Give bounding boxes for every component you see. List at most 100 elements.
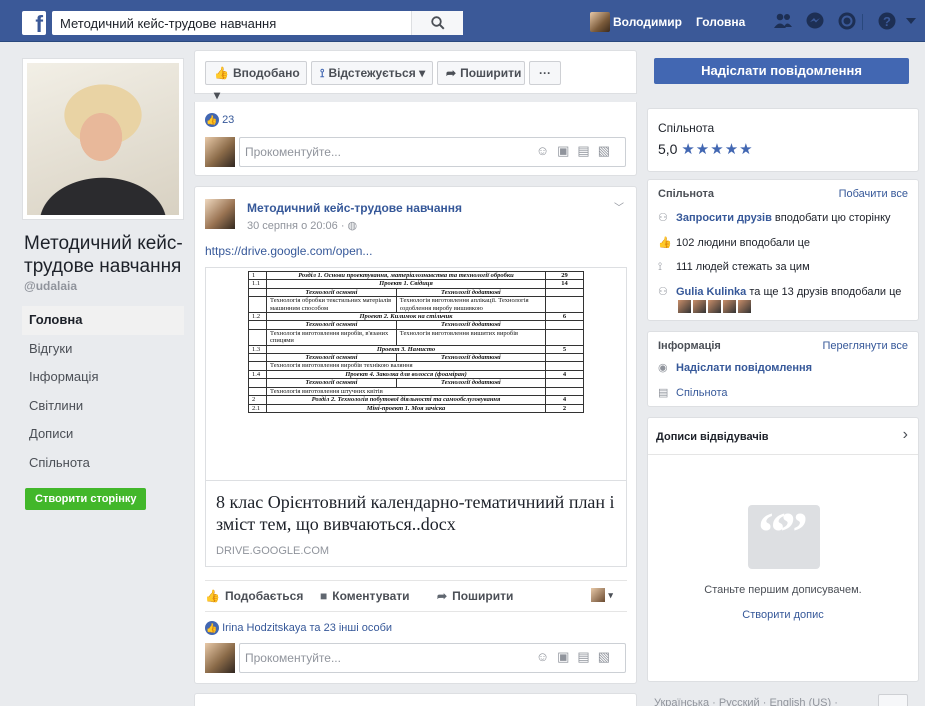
- comment-attachment-icons[interactable]: ☺▣▤▧: [536, 143, 618, 159]
- invite-friends-row: ⚇ Запросити друзів вподобати цю сторінку: [658, 212, 891, 224]
- share-arrow-icon: ➦: [446, 66, 457, 80]
- invite-friends-link[interactable]: Запросити друзів: [676, 212, 772, 224]
- user-avatar[interactable]: [590, 12, 610, 32]
- info-card: Інформація Переглянути все ◉ Надіслати по…: [647, 331, 919, 407]
- post-as-selector[interactable]: ▾: [591, 587, 613, 602]
- document-cell: Технологія обробки текстильних матеріалі…: [266, 296, 397, 314]
- commenter-avatar: [205, 137, 235, 167]
- document-table: 1 Розділ 1. Основи проектування, матеріал…: [248, 270, 584, 413]
- rating-value[interactable]: 5,0 ★★★★★: [658, 140, 754, 158]
- liked-button[interactable]: 👍 Вподобано ▾: [205, 61, 307, 102]
- language-links[interactable]: Українська · Русский · English (US) ·: [654, 697, 838, 706]
- post-link[interactable]: https://drive.google.com/open...: [205, 244, 372, 258]
- document-cell: [248, 296, 267, 314]
- comment-composer: Прокоментуйте... ☺▣▤▧: [205, 641, 626, 675]
- document-cell: Технології основні: [266, 320, 397, 330]
- thumbs-up-icon: 👍: [205, 589, 220, 603]
- info-send-message-link[interactable]: Надіслати повідомлення: [676, 362, 812, 374]
- rating-stars-icon: ★★★★★: [681, 141, 754, 158]
- nav-item-photos[interactable]: Світлини: [22, 392, 184, 421]
- reactions-summary[interactable]: 👍 23: [205, 113, 234, 127]
- more-options-button[interactable]: ···: [529, 61, 561, 85]
- see-all-info-link[interactable]: Переглянути все: [822, 340, 908, 352]
- attachment-title[interactable]: 8 клас Орієнтовний календарно-тематичнии…: [216, 491, 616, 535]
- visitor-posts-card: Дописи відвідувачів › “” Станьте першим …: [647, 417, 919, 682]
- document-cell: Технології додаткові: [395, 378, 547, 388]
- share-button[interactable]: ➦ Поширити: [437, 589, 513, 603]
- link-attachment[interactable]: 1 Розділ 1. Основи проектування, матеріал…: [205, 267, 627, 567]
- like-button[interactable]: 👍 Подобається: [205, 589, 303, 603]
- add-language-button[interactable]: [878, 694, 908, 706]
- help-icon[interactable]: ?: [877, 11, 897, 31]
- chevron-right-icon[interactable]: ›: [903, 426, 908, 444]
- document-row: Технології основні Технології додаткові: [248, 353, 584, 363]
- selector-avatar: [591, 587, 605, 602]
- dropdown-icon[interactable]: [906, 17, 916, 25]
- comment-button[interactable]: ■ Коментувати: [320, 589, 410, 603]
- friends-avatars[interactable]: [678, 300, 768, 314]
- empty-state-text: Станьте першим дописувачем.: [704, 584, 862, 596]
- friend-name-link[interactable]: Gulia Kulinka: [676, 286, 746, 298]
- friend-avatar[interactable]: [708, 300, 721, 313]
- messenger-icon[interactable]: [805, 11, 825, 31]
- nav-item-reviews[interactable]: Відгуки: [22, 335, 184, 364]
- create-post-link[interactable]: Створити допис: [648, 609, 918, 621]
- notifications-icon[interactable]: [837, 11, 857, 31]
- friend-avatar[interactable]: [678, 300, 691, 313]
- document-cell: Проект 1. Свідиця: [266, 279, 546, 289]
- home-link[interactable]: Головна: [696, 15, 745, 29]
- create-page-button[interactable]: Створити сторінку: [25, 488, 147, 510]
- document-row: 1.2 Проект 2. Килимок на стільчик 6: [248, 312, 584, 322]
- friend-avatar[interactable]: [738, 300, 751, 313]
- document-cell: Розділ 2. Технологія побутової діяльност…: [266, 395, 546, 405]
- comment-attachment-icons[interactable]: ☺▣▤▧: [536, 649, 618, 665]
- document-row: 1 Розділ 1. Основи проектування, матеріал…: [248, 270, 584, 281]
- document-cell: 14: [545, 279, 584, 289]
- share-page-button[interactable]: ➦ Поширити: [437, 61, 525, 85]
- facebook-logo-icon[interactable]: f: [22, 11, 46, 37]
- document-cell: [248, 386, 267, 397]
- page-profile-photo[interactable]: [22, 58, 184, 220]
- nav-item-posts[interactable]: Дописи: [22, 420, 184, 449]
- page-post: Методичний кейс-трудове навчання 30 серп…: [194, 186, 637, 684]
- friend-avatar[interactable]: [723, 300, 736, 313]
- visitor-posts-title[interactable]: Дописи відвідувачів: [656, 431, 769, 443]
- document-row: 1.3 Проект 3. Намисто 5: [248, 344, 584, 355]
- document-cell: [545, 287, 584, 298]
- friend-avatar[interactable]: [693, 300, 706, 313]
- post-timestamp[interactable]: 30 серпня о 20:06 · ◍: [247, 219, 357, 232]
- page-handle[interactable]: @udalaia: [24, 279, 77, 293]
- info-community-link[interactable]: Спільнота: [676, 387, 727, 399]
- post-author-avatar[interactable]: [205, 199, 235, 229]
- document-cell: Технологія виготовлення аплікації. Техно…: [395, 296, 547, 314]
- following-button[interactable]: ⟟ Відстежується ▾: [311, 61, 433, 85]
- document-cell: 5: [545, 344, 584, 355]
- likes-summary[interactable]: 👍 Irina Hodzitskaya та 23 інші особи: [205, 621, 392, 635]
- document-cell: [545, 296, 584, 314]
- nav-item-community[interactable]: Спільнота: [22, 449, 184, 478]
- document-cell: 1.2: [248, 312, 267, 322]
- document-row: 1.4 Проект 4. Заколка для волосся (фоамір…: [248, 369, 584, 380]
- document-row: 2 Розділ 2. Технологія побутової діяльнос…: [248, 395, 584, 405]
- search-button[interactable]: [411, 11, 463, 35]
- send-message-button[interactable]: Надіслати повідомлення: [654, 58, 909, 84]
- nav-item-home[interactable]: Головна: [22, 306, 184, 335]
- document-row: Технології основні Технології додаткові: [248, 287, 584, 298]
- nav-item-about[interactable]: Інформація: [22, 363, 184, 392]
- see-all-link[interactable]: Побачити все: [839, 188, 908, 200]
- document-cell: [545, 320, 584, 330]
- document-cell: 2.1: [248, 403, 267, 413]
- post-options-chevron-icon[interactable]: ﹀: [614, 199, 624, 214]
- community-icon: ▤: [658, 387, 669, 399]
- search-input[interactable]: [52, 11, 412, 35]
- document-cell: Міні-проект 1. Моя зачіска: [266, 403, 546, 413]
- document-cell: Розділ 1. Основи проектування, матеріало…: [266, 270, 546, 281]
- user-name-link[interactable]: Володимир: [613, 15, 682, 29]
- post-author-name[interactable]: Методичний кейс-трудове навчання: [247, 201, 462, 215]
- document-cell: 4: [545, 395, 584, 405]
- document-row: Технології основні Технології додаткові: [248, 320, 584, 330]
- document-cell: Технології основні: [266, 287, 397, 298]
- comment-composer: Прокоментуйте... ☺▣▤▧: [205, 135, 626, 169]
- globe-icon: ◍: [347, 220, 358, 232]
- friends-icon[interactable]: [773, 11, 793, 31]
